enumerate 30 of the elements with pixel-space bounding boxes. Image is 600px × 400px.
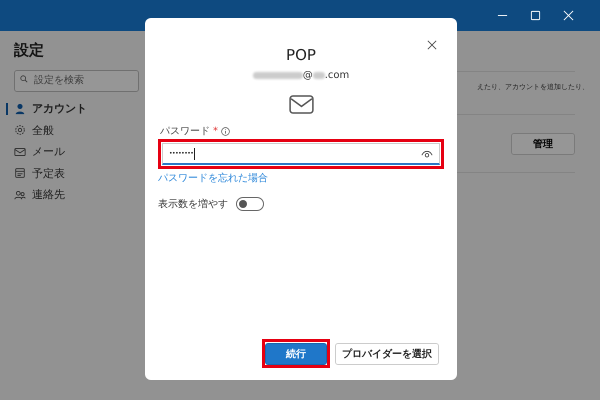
email-suffix: .com xyxy=(324,70,350,81)
mail-icon xyxy=(14,146,26,158)
gear-icon xyxy=(14,124,26,136)
redacted-block xyxy=(312,72,325,79)
manage-button[interactable]: 管理 xyxy=(511,132,575,154)
settings-title: 設定 xyxy=(14,41,45,60)
provider-button[interactable]: プロバイダーを選択 xyxy=(335,343,439,365)
nav-item[interactable]: 予定表 xyxy=(14,162,150,184)
search-icon xyxy=(20,75,28,83)
toggle-switch[interactable] xyxy=(236,197,264,211)
continue-button[interactable]: 続行 xyxy=(265,343,327,365)
nav-item[interactable]: 連絡先 xyxy=(14,184,150,206)
required-mark: * xyxy=(213,126,218,136)
people-icon xyxy=(14,188,26,201)
toggle-label: 表示数を増やす xyxy=(158,198,228,211)
close-icon[interactable] xyxy=(427,40,437,50)
eye-icon[interactable] xyxy=(421,149,433,158)
nav-item[interactable]: メール xyxy=(14,141,150,162)
maximize-icon[interactable] xyxy=(530,10,541,21)
nav-item[interactable]: 全般 xyxy=(14,120,150,141)
password-label: パスワード xyxy=(160,125,210,138)
email-at: @ xyxy=(302,70,313,81)
forgot-password-link[interactable]: パスワードを忘れた場合 xyxy=(158,171,268,185)
mail-icon xyxy=(288,95,314,114)
redacted-block xyxy=(252,72,303,79)
dialog-title: POP xyxy=(286,46,316,64)
calendar-icon xyxy=(14,167,26,180)
search-field[interactable]: 設定を検索 xyxy=(14,70,139,92)
info-icon[interactable] xyxy=(221,126,230,136)
person-icon xyxy=(14,102,26,115)
